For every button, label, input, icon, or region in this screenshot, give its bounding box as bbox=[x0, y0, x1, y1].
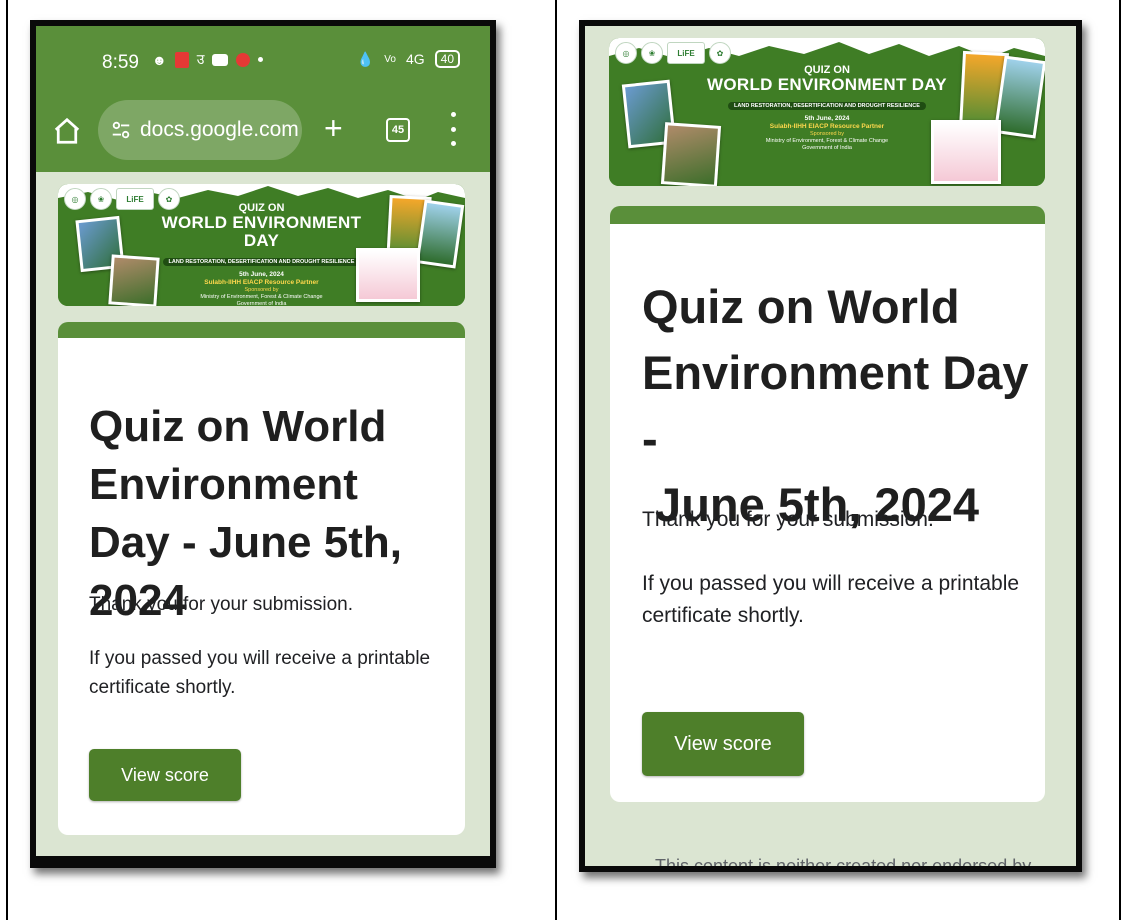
phone-screenshot-right: ◎ ❀ LiFE ✿ QUIZ ON WORLD ENVIRONMENT DAY… bbox=[579, 20, 1082, 872]
form-title-line2: Environment Day - bbox=[642, 346, 1029, 465]
record-icon bbox=[236, 52, 251, 67]
view-score-button[interactable]: View score bbox=[89, 749, 241, 801]
more-notifications-icon bbox=[258, 57, 264, 62]
banner-theme: LAND RESTORATION, DESERTIFICATION AND DR… bbox=[162, 258, 361, 266]
script-icon: उ bbox=[196, 51, 205, 67]
banner-government: Government of India bbox=[802, 145, 852, 151]
new-tab-button[interactable]: + bbox=[324, 112, 343, 144]
form-confirmation-card: Quiz on World Environment Day - June 5th… bbox=[610, 224, 1045, 802]
status-time: 8:59 bbox=[102, 52, 139, 73]
ministry-logo: ❀ bbox=[90, 188, 112, 210]
banner-date: 5th June, 2024 bbox=[804, 115, 850, 122]
certificate-message: If you passed you will receive a printab… bbox=[642, 572, 1020, 627]
submission-message: Thank you for your submission. bbox=[642, 508, 934, 531]
banner-line2: WORLD ENVIRONMENT DAY bbox=[707, 75, 947, 94]
banner-partner: Sulabh-IIHH EIACP Resource Partner bbox=[769, 123, 885, 130]
banner-line2: WORLD ENVIRONMENT DAY bbox=[161, 213, 362, 250]
menu-dot bbox=[450, 112, 456, 117]
eiacp-logo: ✿ bbox=[709, 42, 731, 64]
banner-date: 5th June, 2024 bbox=[239, 271, 284, 278]
browser-chrome: 8:59 ☻ उ 💧 Vo 4G 40 docs.google.com + 45 bbox=[36, 26, 490, 172]
menu-dot bbox=[450, 126, 456, 132]
form-title: Quiz on World Environment Day - June 5th… bbox=[642, 274, 1037, 538]
emblem-logo: ◎ bbox=[64, 188, 86, 210]
banner-theme: LAND RESTORATION, DESERTIFICATION AND DR… bbox=[728, 102, 926, 110]
tab-switcher-button[interactable]: 45 bbox=[386, 118, 410, 142]
banner-government: Government of India bbox=[236, 301, 287, 306]
table-border-left bbox=[6, 0, 8, 920]
phone-screenshot-left: 8:59 ☻ उ 💧 Vo 4G 40 docs.google.com + 45… bbox=[30, 20, 496, 868]
system-status-icons: 💧 Vo 4G 40 bbox=[357, 50, 460, 68]
banner-partner: Sulabh-IIHH EIACP Resource Partner bbox=[204, 279, 319, 286]
address-bar[interactable]: docs.google.com bbox=[98, 100, 302, 160]
battery-icon: 40 bbox=[434, 50, 460, 68]
location-icon: 💧 bbox=[356, 50, 375, 67]
volte-icon: Vo bbox=[384, 53, 396, 65]
form-title-line1: Quiz on World bbox=[642, 280, 960, 333]
banner-title: QUIZ ON WORLD ENVIRONMENT DAY LAND RESTO… bbox=[148, 202, 376, 306]
notification-icons: ☻ उ bbox=[152, 50, 264, 69]
screenshot-edge bbox=[36, 856, 490, 862]
app-notification-icon bbox=[174, 51, 189, 68]
form-confirmation-card: Quiz on World Environment Day - June 5th… bbox=[58, 338, 465, 835]
overflow-menu-button[interactable] bbox=[448, 112, 458, 146]
kids-planting-photo bbox=[356, 248, 420, 302]
menu-dot bbox=[450, 141, 456, 146]
disclaimer-text: This content is neither created nor endo… bbox=[655, 856, 1032, 872]
home-icon[interactable] bbox=[52, 116, 82, 146]
quiz-banner: ◎ ❀ LiFE ✿ QUIZ ON WORLD ENVIRONMENT DAY… bbox=[609, 38, 1045, 186]
certificate-message: If you passed you will receive a printab… bbox=[89, 648, 431, 698]
form-header-accent bbox=[610, 206, 1045, 226]
table-border-right bbox=[1119, 0, 1121, 920]
banner-title: QUIZ ON WORLD ENVIRONMENT DAY LAND RESTO… bbox=[705, 64, 949, 152]
quiz-banner: ◎ ❀ LiFE ✿ QUIZ ON WORLD ENVIRONMENT DAY… bbox=[58, 184, 465, 306]
kids-planting-photo bbox=[931, 120, 1001, 184]
banner-ministry: Ministry of Environment, Forest & Climat… bbox=[200, 294, 323, 300]
banner-sponsored: Sponsored by bbox=[810, 131, 844, 137]
message-icon bbox=[212, 53, 229, 66]
url-text: docs.google.com bbox=[140, 118, 299, 141]
banner-logos: ◎ ❀ LiFE ✿ bbox=[615, 42, 731, 64]
table-border-middle bbox=[555, 0, 557, 920]
emblem-logo: ◎ bbox=[615, 42, 637, 64]
view-score-button[interactable]: View score bbox=[642, 712, 804, 776]
banner-ministry: Ministry of Environment, Forest & Climat… bbox=[765, 138, 889, 144]
submission-message: Thank you for your submission. bbox=[89, 594, 354, 615]
banner-sponsored: Sponsored by bbox=[244, 287, 279, 293]
site-settings-icon[interactable] bbox=[110, 119, 132, 141]
life-logo: LiFE bbox=[667, 42, 705, 64]
signal-icon: 4G bbox=[405, 51, 425, 67]
ministry-logo: ❀ bbox=[641, 42, 663, 64]
person-icon: ☻ bbox=[152, 51, 167, 68]
